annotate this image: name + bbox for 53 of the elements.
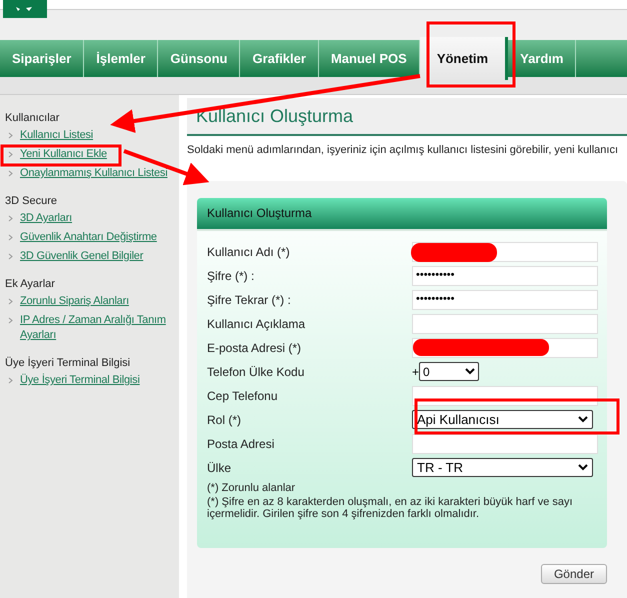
field-label: E-posta Adresi (*) [207, 340, 302, 356]
field-label: Kullanıcı Açıklama [207, 316, 306, 332]
sidebar-heading: 3D Secure [5, 194, 58, 209]
form-note: (*) Zorunlu alanlar [207, 482, 296, 494]
select-field[interactable]: TR - TR [412, 458, 593, 477]
input-field[interactable] [412, 314, 598, 334]
submit-button[interactable]: Gönder [540, 564, 607, 584]
sidebar-link[interactable]: Kullanıcı Listesi [20, 128, 94, 143]
chevron-right-icon [8, 377, 13, 384]
field-label: Telefon Ülke Kodu [207, 364, 306, 380]
caret-icon [465, 368, 476, 375]
chevron-right-icon [8, 170, 13, 177]
sidebar-link[interactable]: Güvenlik Anahtarı Değiştirme [20, 230, 157, 245]
input-field[interactable]: •••••••••• [412, 266, 598, 286]
logo[interactable] [3, 0, 47, 18]
caret-icon [578, 416, 588, 423]
form-header: Kullanıcı Oluşturma [197, 198, 607, 230]
field-label: Kullanıcı Adı (*) [207, 244, 291, 260]
chevron-right-icon [8, 298, 13, 305]
page-title: Kullanıcı Oluşturma [196, 105, 354, 128]
chevron-right-icon [8, 215, 13, 222]
field-label: Cep Telefonu [207, 388, 278, 404]
input-field[interactable] [412, 242, 598, 262]
sidebar-heading: Kullanıcılar [5, 111, 60, 126]
sidebar-link[interactable]: Zorunlu Sipariş Alanları [20, 294, 129, 309]
caret-icon [578, 464, 588, 471]
sidebar-link[interactable]: Üye İşyeri Terminal Bilgisi [20, 373, 140, 388]
input-field[interactable]: •••••••••• [412, 290, 598, 310]
sidebar-link[interactable]: Onaylanmamış Kullanıcı Listesi [20, 166, 168, 181]
field-label: Ülke [207, 460, 232, 476]
input-field[interactable] [412, 434, 598, 454]
country-code-select[interactable]: 0 [419, 362, 480, 381]
form-note: (*) Şifre en az 8 karakterden oluşmalı, en az iki karakteri büyük harf ve sayı içermelidir. Girilen şifre son 4 şifrenizden farklı olmalıdır. [207, 496, 574, 520]
sidebar-link[interactable]: 3D Güvenlik Genel Bilgiler [20, 249, 144, 264]
sidebar-heading: Üye İşyeri Terminal Bilgisi [5, 356, 132, 371]
field-label: Posta Adresi [207, 436, 276, 452]
input-field[interactable] [412, 338, 598, 358]
chevron-right-icon [8, 234, 13, 241]
chevron-right-icon [8, 317, 13, 324]
field-label: Şifre Tekrar (*) : [207, 292, 292, 308]
chevron-right-icon [8, 151, 13, 158]
sidebar-link[interactable]: IP Adres / Zaman Aralığı Tanım Ayarları [20, 313, 174, 343]
nav-tab[interactable]: Yönetim [420, 37, 508, 80]
sidebar-heading: Ek Ayarlar [5, 277, 56, 292]
sidebar-link[interactable]: 3D Ayarları [20, 211, 72, 226]
chevron-right-icon [8, 253, 13, 260]
sidebar-link[interactable]: Yeni Kullanıcı Ekle [20, 147, 107, 162]
chevron-right-icon [8, 132, 13, 139]
page-description: Soldaki menü adımlarından, işyeriniz için açılmış kullanıcı listesini görebilir, yeni kullanıcı [187, 143, 620, 158]
plus-sign: + [412, 364, 420, 380]
select-field[interactable]: Api Kullanıcısı [412, 410, 593, 429]
field-label: Rol (*) [207, 412, 242, 428]
field-label: Şifre (*) : [207, 268, 256, 284]
